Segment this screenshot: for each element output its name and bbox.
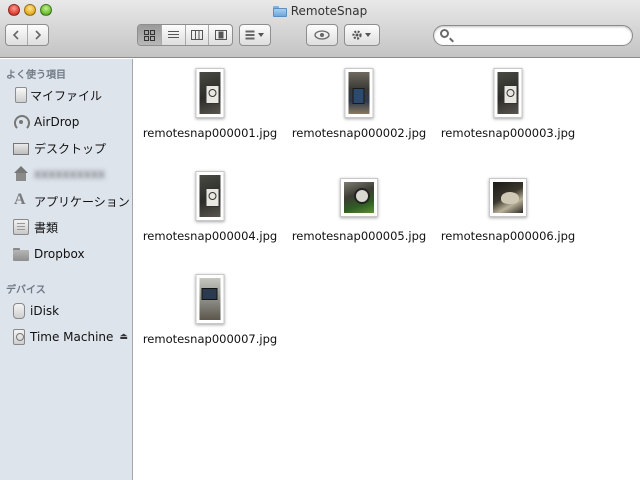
sidebar-item-dropbox[interactable]: Dropbox xyxy=(0,243,132,265)
gear-icon xyxy=(352,30,371,40)
applications-icon xyxy=(13,191,29,209)
sidebar-item-label: マイファイル xyxy=(30,88,103,103)
chevron-right-icon xyxy=(35,30,41,40)
sidebar-item-label: Dropbox xyxy=(34,247,85,261)
quicklook-button[interactable] xyxy=(306,24,338,46)
search-icon xyxy=(440,29,449,38)
file-item[interactable]: remotesnap000007.jpg xyxy=(140,274,280,364)
nav-buttons xyxy=(5,24,49,46)
sidebar-item-label: Time Machine xyxy=(30,330,114,344)
action-menu-button[interactable] xyxy=(344,24,380,46)
image-thumbnail xyxy=(493,68,523,118)
all-my-files-icon xyxy=(15,87,27,103)
sidebar-item-label: iDisk xyxy=(30,304,60,318)
file-name: remotesnap000007.jpg xyxy=(142,332,278,346)
favorites-header: よく使う項目 xyxy=(6,70,66,81)
sidebar-item-idisk[interactable]: iDisk xyxy=(0,300,132,322)
coverflow-view-button[interactable] xyxy=(209,25,232,45)
file-item[interactable]: remotesnap000004.jpg xyxy=(140,171,280,261)
column-view-icon xyxy=(190,30,203,40)
search-field[interactable] xyxy=(433,25,633,46)
sidebar-item-airdrop[interactable]: AirDrop xyxy=(0,111,132,133)
sidebar-item-label-obscured: xxxxxxxxxx xyxy=(34,167,106,181)
home-icon xyxy=(13,166,29,182)
image-thumbnail xyxy=(195,274,225,324)
file-name: remotesnap000006.jpg xyxy=(440,229,576,243)
airdrop-icon xyxy=(13,114,30,131)
folder-icon xyxy=(272,5,287,17)
back-button[interactable] xyxy=(6,25,28,45)
forward-button[interactable] xyxy=(28,25,49,45)
sidebar-item-home[interactable]: xxxxxxxxxx xyxy=(0,163,132,185)
documents-icon xyxy=(13,219,29,235)
file-name: remotesnap000004.jpg xyxy=(142,229,278,243)
sidebar-item-time-machine[interactable]: Time Machine ⏏ xyxy=(0,326,132,348)
list-view-button[interactable] xyxy=(162,25,186,45)
file-name: remotesnap000003.jpg xyxy=(440,126,576,140)
file-name: remotesnap000002.jpg xyxy=(291,126,427,140)
image-thumbnail xyxy=(195,171,225,221)
idisk-icon xyxy=(13,303,25,319)
file-name: remotesnap000001.jpg xyxy=(142,126,278,140)
file-item[interactable]: remotesnap000002.jpg xyxy=(289,68,429,158)
view-switcher xyxy=(137,24,233,46)
file-browser: remotesnap000001.jpg remotesnap000002.jp… xyxy=(134,59,640,480)
file-item[interactable]: remotesnap000001.jpg xyxy=(140,68,280,158)
folder-icon xyxy=(13,246,29,262)
file-item[interactable]: remotesnap000006.jpg xyxy=(438,171,578,261)
list-view-icon xyxy=(167,31,179,38)
eye-icon xyxy=(314,30,330,40)
sidebar-item-label: 書類 xyxy=(34,220,59,235)
sidebar-item-all-my-files[interactable]: マイファイル xyxy=(0,84,132,106)
image-thumbnail xyxy=(340,178,378,217)
image-thumbnail xyxy=(344,68,374,118)
sidebar-item-documents[interactable]: 書類 xyxy=(0,216,132,238)
sidebar-item-label: デスクトップ xyxy=(34,141,107,156)
sidebar: よく使う項目 マイファイル AirDrop デスクトップ xxxxxxxxxx … xyxy=(0,59,133,480)
file-item[interactable]: remotesnap000003.jpg xyxy=(438,68,578,158)
coverflow-view-icon xyxy=(214,30,227,40)
column-view-button[interactable] xyxy=(186,25,210,45)
image-thumbnail xyxy=(195,68,225,118)
eject-icon[interactable]: ⏏ xyxy=(119,332,128,342)
time-machine-icon xyxy=(13,329,25,345)
sidebar-item-label: アプリケーション xyxy=(34,194,130,209)
search-input[interactable] xyxy=(454,28,624,43)
window-title-text: RemoteSnap xyxy=(290,4,368,18)
file-name: remotesnap000005.jpg xyxy=(291,229,427,243)
sidebar-item-desktop[interactable]: デスクトップ xyxy=(0,137,132,159)
icon-view-button[interactable] xyxy=(138,25,162,45)
icon-view-icon xyxy=(143,29,155,41)
desktop-icon xyxy=(13,143,29,155)
arrange-icon xyxy=(245,30,264,40)
window-toolbar: RemoteSnap xyxy=(0,0,640,58)
sidebar-item-applications[interactable]: アプリケーション xyxy=(0,190,132,212)
arrange-button[interactable] xyxy=(239,24,271,46)
devices-header: デバイス xyxy=(6,285,46,296)
image-thumbnail xyxy=(489,178,527,217)
file-item[interactable]: remotesnap000005.jpg xyxy=(289,171,429,261)
sidebar-item-label: AirDrop xyxy=(34,115,80,129)
window-title: RemoteSnap xyxy=(0,2,640,20)
chevron-left-icon xyxy=(13,30,19,40)
